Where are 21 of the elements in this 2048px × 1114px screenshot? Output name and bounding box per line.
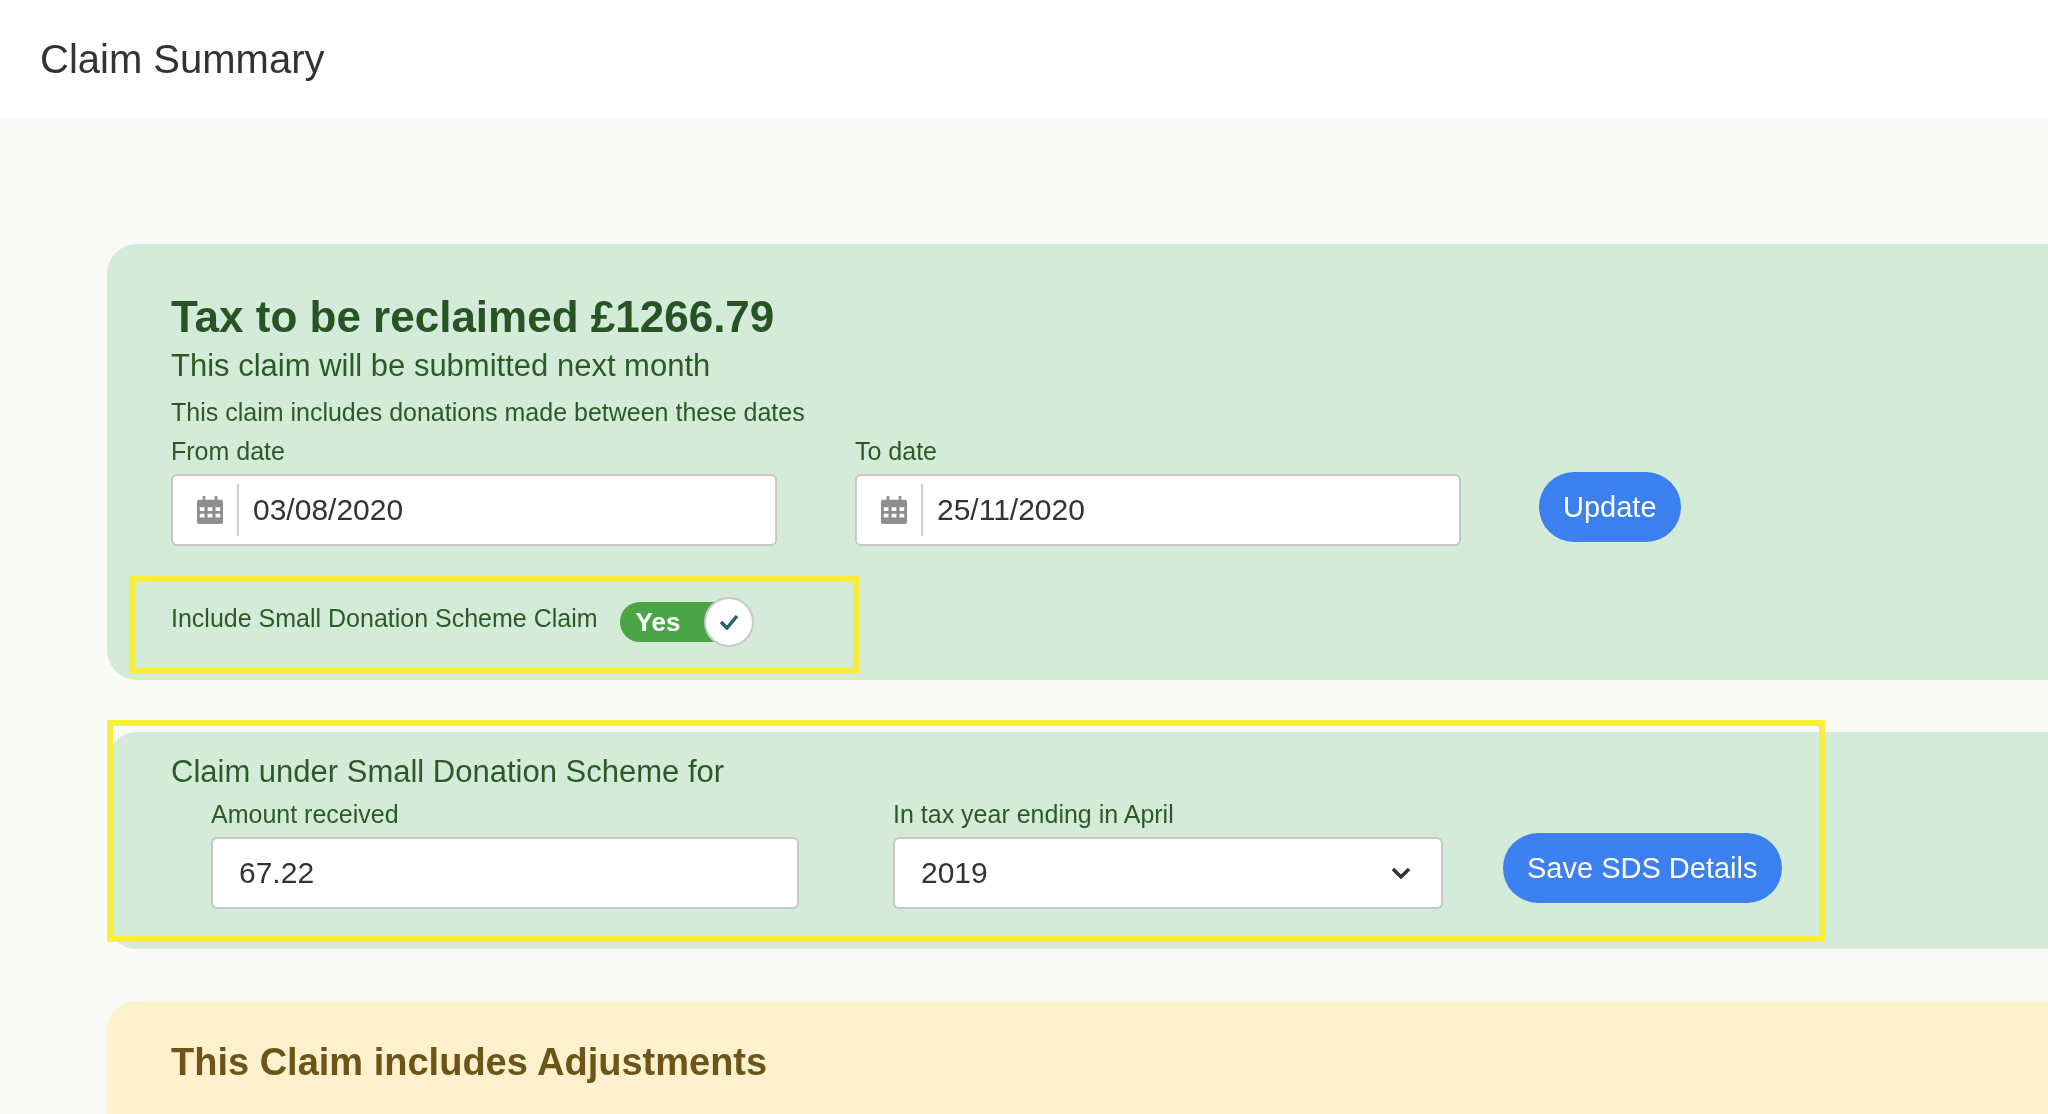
adjustments-heading: This Claim includes Adjustments [171, 1041, 769, 1084]
tax-year-dropdown[interactable]: 2019 [893, 837, 1443, 909]
save-sds-button[interactable]: Save SDS Details [1503, 833, 1782, 903]
check-icon [718, 614, 739, 630]
submission-note: This claim will be submitted next month [171, 348, 712, 384]
amount-field[interactable]: 67.22 [211, 837, 799, 909]
field-label: To date [855, 437, 938, 466]
calendar-icon [881, 496, 907, 524]
update-button[interactable]: Update [1539, 472, 1681, 542]
page-title: Claim Summary [40, 36, 325, 82]
chevron-down-icon [1391, 867, 1411, 879]
sds-heading: Claim under Small Donation Scheme for [171, 754, 726, 790]
calendar-icon [197, 496, 223, 524]
tax-heading: Tax to be reclaimed £1266.79 [171, 292, 776, 342]
date-field[interactable]: 03/08/2020 [171, 474, 777, 546]
date-field[interactable]: 25/11/2020 [855, 474, 1461, 546]
field-label: In tax year ending in April [893, 800, 1175, 829]
toggle-label: Include Small Donation Scheme Claim [171, 603, 598, 633]
field-label: From date [171, 437, 286, 466]
field-label: Amount received [211, 800, 400, 829]
dates-note: This claim includes donations made between these dates [171, 398, 806, 427]
